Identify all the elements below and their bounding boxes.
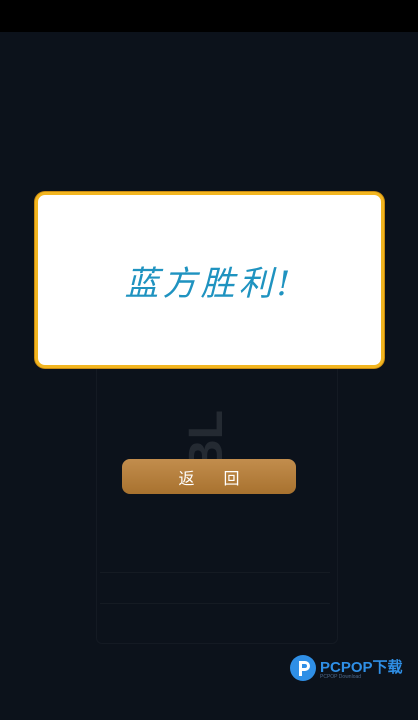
result-dialog: 蓝方胜利! xyxy=(35,192,384,368)
status-bar xyxy=(0,0,418,32)
back-button[interactable]: 返 回 xyxy=(122,459,296,494)
watermark: PCPOP下载 PCPOP Download xyxy=(288,648,414,688)
pcpop-logo-icon xyxy=(290,655,316,681)
result-text: 蓝方胜利! xyxy=(124,263,295,304)
watermark-subtitle: PCPOP Download xyxy=(320,674,362,680)
game-screen: BL xyxy=(0,32,418,720)
back-button-label: 返 回 xyxy=(178,468,252,488)
background-stripe xyxy=(100,572,330,604)
